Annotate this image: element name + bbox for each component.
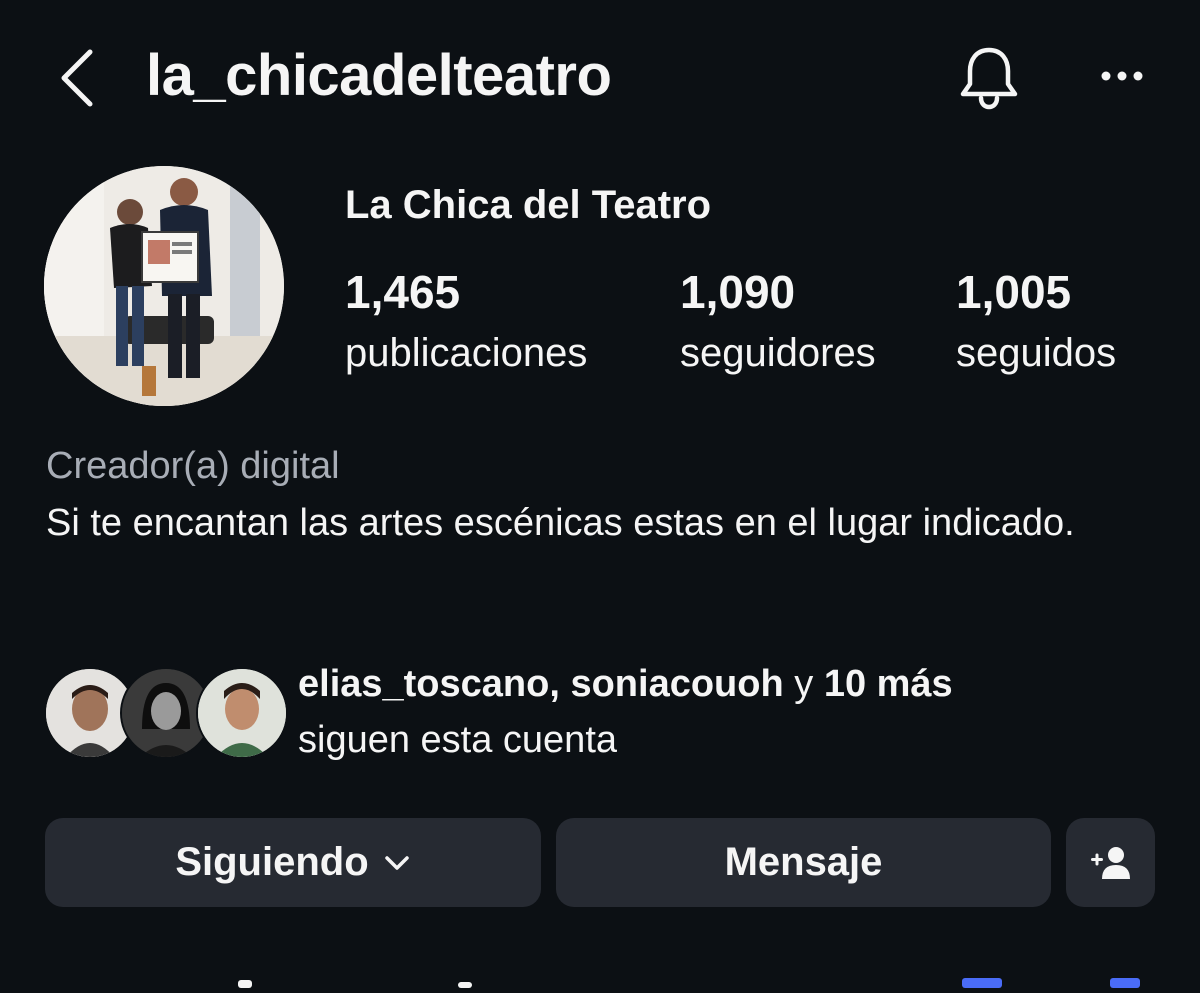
profile-photo <box>44 166 284 406</box>
mutual-suffix: siguen esta cuenta <box>298 719 618 761</box>
mutual-names: elias_toscano, soniacouoh <box>298 663 784 705</box>
suggested-users-button[interactable] <box>1066 818 1155 907</box>
next-section-peek <box>0 970 1200 988</box>
mutual-followers-avatars[interactable] <box>44 667 288 759</box>
chevron-left-icon <box>61 49 93 107</box>
following-button-label: Siguiendo <box>175 840 369 884</box>
stat-following-label: seguidos <box>956 331 1117 375</box>
stat-posts-count: 1,465 <box>345 266 461 318</box>
profile-username: la_chicadelteatro <box>146 43 612 108</box>
stat-following-count: 1,005 <box>956 266 1072 318</box>
stat-followers-label: seguidores <box>680 331 876 375</box>
stat-followers[interactable]: 1,090 seguidores <box>680 262 876 380</box>
mutual-connector: y <box>794 663 814 705</box>
message-button[interactable]: Mensaje <box>556 818 1051 907</box>
profile-bio: Si te encantan las artes escénicas estas… <box>46 502 1075 544</box>
more-options-button[interactable] <box>1084 48 1160 104</box>
profile-category: Creador(a) digital <box>46 445 340 487</box>
display-name: La Chica del Teatro <box>345 183 712 227</box>
stat-followers-count: 1,090 <box>680 266 796 318</box>
message-button-label: Mensaje <box>724 840 883 884</box>
stat-posts-label: publicaciones <box>345 331 588 375</box>
stat-following[interactable]: 1,005 seguidos <box>956 262 1116 380</box>
add-user-icon <box>1090 846 1130 879</box>
back-button[interactable] <box>52 42 108 112</box>
stat-posts[interactable]: 1,465 publicaciones <box>345 262 587 380</box>
mutual-others: 10 más <box>823 663 953 705</box>
more-horizontal-icon <box>1101 71 1143 81</box>
mutual-avatar <box>196 667 288 759</box>
chevron-down-icon <box>383 853 411 873</box>
bell-icon <box>960 47 1018 110</box>
profile-avatar[interactable] <box>44 166 284 406</box>
mutual-followers-text[interactable]: elias_toscano, soniacouoh y 10 más sigue… <box>298 656 953 768</box>
following-button[interactable]: Siguiendo <box>45 818 541 907</box>
notifications-button[interactable] <box>952 40 1026 114</box>
